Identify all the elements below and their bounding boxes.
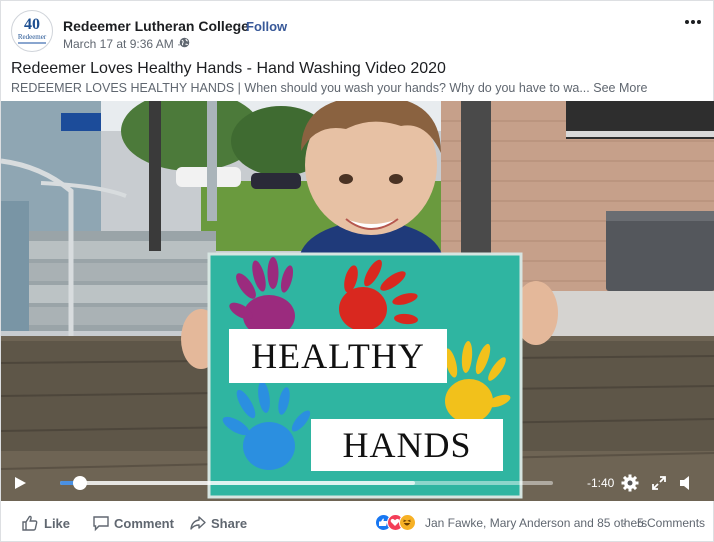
- volume-icon[interactable]: [678, 474, 694, 492]
- video-progress-bar[interactable]: [60, 476, 553, 490]
- play-icon[interactable]: [13, 476, 27, 490]
- like-label: Like: [44, 516, 71, 531]
- video-player[interactable]: HEALTHY HANDS: [1, 101, 714, 501]
- post-timestamp[interactable]: March 17 at 9:36 AM ·: [63, 37, 181, 51]
- post-card: 40 Redeemer Redeemer Lutheran College · …: [0, 0, 714, 542]
- video-time-remaining: -1:40: [587, 476, 615, 490]
- reactors-summary[interactable]: Jan Fawke, Mary Anderson and 85 others: [425, 516, 647, 530]
- footer-separator: ·: [622, 516, 626, 530]
- comment-icon: [93, 516, 109, 532]
- video-controls: -1:40: [1, 469, 714, 497]
- post-title[interactable]: Redeemer Loves Healthy Hands - Hand Wash…: [11, 60, 446, 78]
- post-footer: Like Comment Share Jan Fawke, Mary Ander…: [1, 501, 714, 542]
- sign-text-healthy: HEALTHY: [251, 336, 425, 376]
- post-description: REDEEMER LOVES HEALTHY HANDS | When shou…: [11, 81, 647, 95]
- share-button[interactable]: Share: [189, 514, 249, 532]
- more-options-icon[interactable]: [683, 17, 703, 27]
- follow-button[interactable]: Follow: [246, 19, 287, 34]
- avatar-logo-underline: [18, 42, 46, 44]
- comment-label: Comment: [114, 516, 174, 531]
- avatar-logo-number: 40: [24, 16, 40, 33]
- reaction-icons[interactable]: [375, 514, 425, 532]
- video-progress-handle[interactable]: [72, 476, 87, 490]
- fullscreen-icon[interactable]: [651, 475, 667, 491]
- haha-icon: [399, 514, 416, 531]
- page-name-link[interactable]: Redeemer Lutheran College: [63, 18, 249, 34]
- sign-text-hands: HANDS: [342, 425, 472, 465]
- video-buffer-bar: [60, 481, 415, 485]
- post-header: 40 Redeemer Redeemer Lutheran College · …: [1, 1, 714, 57]
- globe-icon: [179, 37, 190, 48]
- share-arrow-icon: [190, 516, 206, 530]
- thumbs-up-icon: [22, 515, 38, 531]
- avatar-logo-name: Redeemer: [17, 33, 47, 41]
- header-separator: ·: [237, 18, 242, 34]
- like-button[interactable]: Like: [21, 514, 71, 532]
- comment-button[interactable]: Comment: [92, 514, 174, 532]
- see-more-link[interactable]: See More: [593, 81, 647, 95]
- page-avatar[interactable]: 40 Redeemer: [11, 10, 53, 52]
- comments-count-link[interactable]: 5 Comments: [637, 516, 705, 530]
- share-label: Share: [211, 516, 248, 531]
- settings-gear-icon[interactable]: [621, 474, 639, 492]
- post-description-text: REDEEMER LOVES HEALTHY HANDS | When shou…: [11, 81, 590, 95]
